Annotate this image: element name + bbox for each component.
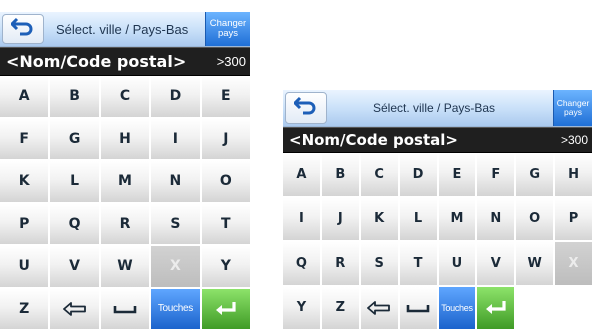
key-c[interactable]: C	[360, 153, 398, 196]
key-t[interactable]: T	[201, 203, 250, 244]
key-w[interactable]: W	[100, 246, 150, 287]
key-q[interactable]: Q	[50, 203, 99, 244]
key-d[interactable]: D	[151, 76, 200, 117]
key-x: X	[151, 246, 200, 287]
key-z[interactable]: Z	[0, 288, 49, 329]
key-p[interactable]: P	[555, 197, 592, 240]
key-l[interactable]: L	[399, 197, 437, 240]
key-x: X	[555, 242, 592, 285]
touches-key[interactable]: Touches	[438, 286, 476, 329]
key-o[interactable]: O	[516, 197, 554, 240]
key-s[interactable]: S	[360, 242, 398, 285]
on-screen-keyboard: A B C D E F G H I J K L M N O P Q R S T U V W X Y Z Touches	[283, 153, 592, 329]
space-bar-key[interactable]	[100, 288, 150, 329]
screen-title: Sélect. ville / Pays-Bas	[56, 21, 189, 37]
enter-arrow-key[interactable]	[477, 286, 515, 329]
key-b[interactable]: B	[50, 76, 99, 117]
title-bar: Sélect. ville / Pays-Bas Changer pays	[0, 12, 250, 47]
change-country-button[interactable]: Changer pays	[205, 12, 250, 46]
key-b[interactable]: B	[321, 153, 359, 196]
city-select-screen-landscape: Sélect. ville / Pays-Bas Changer pays <N…	[283, 90, 592, 329]
back-arrow-icon	[293, 96, 318, 120]
change-country-label-2: pays	[564, 107, 582, 117]
back-arrow-icon	[10, 17, 35, 41]
backspace-arrow-icon	[367, 300, 391, 315]
title-bar: Sélect. ville / Pays-Bas Changer pays	[283, 90, 592, 127]
key-v[interactable]: V	[50, 246, 99, 287]
on-screen-keyboard: A B C D E F G H I J K L M N O P Q R S T U V W X Y Z Touches	[0, 76, 250, 329]
key-u[interactable]: U	[0, 246, 49, 287]
key-z[interactable]: Z	[321, 286, 359, 329]
key-j[interactable]: J	[201, 118, 250, 159]
enter-arrow-icon	[484, 300, 508, 316]
key-r[interactable]: R	[321, 242, 359, 285]
key-i[interactable]: I	[151, 118, 200, 159]
key-e[interactable]: E	[438, 153, 476, 196]
key-y[interactable]: Y	[283, 286, 320, 329]
key-w[interactable]: W	[516, 242, 554, 285]
key-p[interactable]: P	[0, 203, 49, 244]
key-c[interactable]: C	[100, 76, 150, 117]
key-a[interactable]: A	[0, 76, 49, 117]
key-l[interactable]: L	[50, 161, 99, 202]
space-bar-icon	[406, 303, 430, 313]
enter-arrow-key[interactable]	[201, 288, 250, 329]
enter-arrow-icon	[214, 301, 238, 317]
key-n[interactable]: N	[477, 197, 515, 240]
key-f[interactable]: F	[0, 118, 49, 159]
key-r[interactable]: R	[100, 203, 150, 244]
key-k[interactable]: K	[360, 197, 398, 240]
key-n[interactable]: N	[151, 161, 200, 202]
key-g[interactable]: G	[50, 118, 99, 159]
key-k[interactable]: K	[0, 161, 49, 202]
key-e[interactable]: E	[201, 76, 250, 117]
key-m[interactable]: M	[438, 197, 476, 240]
key-q[interactable]: Q	[283, 242, 320, 285]
city-search-input[interactable]: <Nom/Code postal> >300	[283, 127, 592, 153]
search-input-value: <Nom/Code postal>	[289, 131, 458, 149]
back-button[interactable]	[285, 92, 327, 124]
key-s[interactable]: S	[151, 203, 200, 244]
change-country-label-2: pays	[217, 28, 239, 39]
key-y[interactable]: Y	[201, 246, 250, 287]
change-country-button[interactable]: Changer pays	[553, 90, 592, 126]
touches-key[interactable]: Touches	[151, 288, 200, 329]
key-d[interactable]: D	[399, 153, 437, 196]
key-o[interactable]: O	[201, 161, 250, 202]
backspace-arrow-key[interactable]	[50, 288, 99, 329]
screen-title: Sélect. ville / Pays-Bas	[373, 101, 496, 115]
key-h[interactable]: H	[555, 153, 592, 196]
key-f[interactable]: F	[477, 153, 515, 196]
back-button[interactable]	[2, 14, 44, 44]
result-count: >300	[560, 133, 588, 147]
backspace-arrow-icon	[62, 301, 87, 316]
search-input-value: <Nom/Code postal>	[6, 52, 187, 71]
key-u[interactable]: U	[438, 242, 476, 285]
key-h[interactable]: H	[100, 118, 150, 159]
space-bar-icon	[113, 304, 137, 314]
city-search-input[interactable]: <Nom/Code postal> >300	[0, 47, 250, 76]
backspace-arrow-key[interactable]	[360, 286, 398, 329]
key-a[interactable]: A	[283, 153, 320, 196]
key-m[interactable]: M	[100, 161, 150, 202]
key-g[interactable]: G	[516, 153, 554, 196]
key-v[interactable]: V	[477, 242, 515, 285]
space-bar-key[interactable]	[399, 286, 437, 329]
city-select-screen-portrait: Sélect. ville / Pays-Bas Changer pays <N…	[0, 12, 250, 329]
key-j[interactable]: J	[321, 197, 359, 240]
key-t[interactable]: T	[399, 242, 437, 285]
key-i[interactable]: I	[283, 197, 320, 240]
result-count: >300	[216, 54, 246, 69]
